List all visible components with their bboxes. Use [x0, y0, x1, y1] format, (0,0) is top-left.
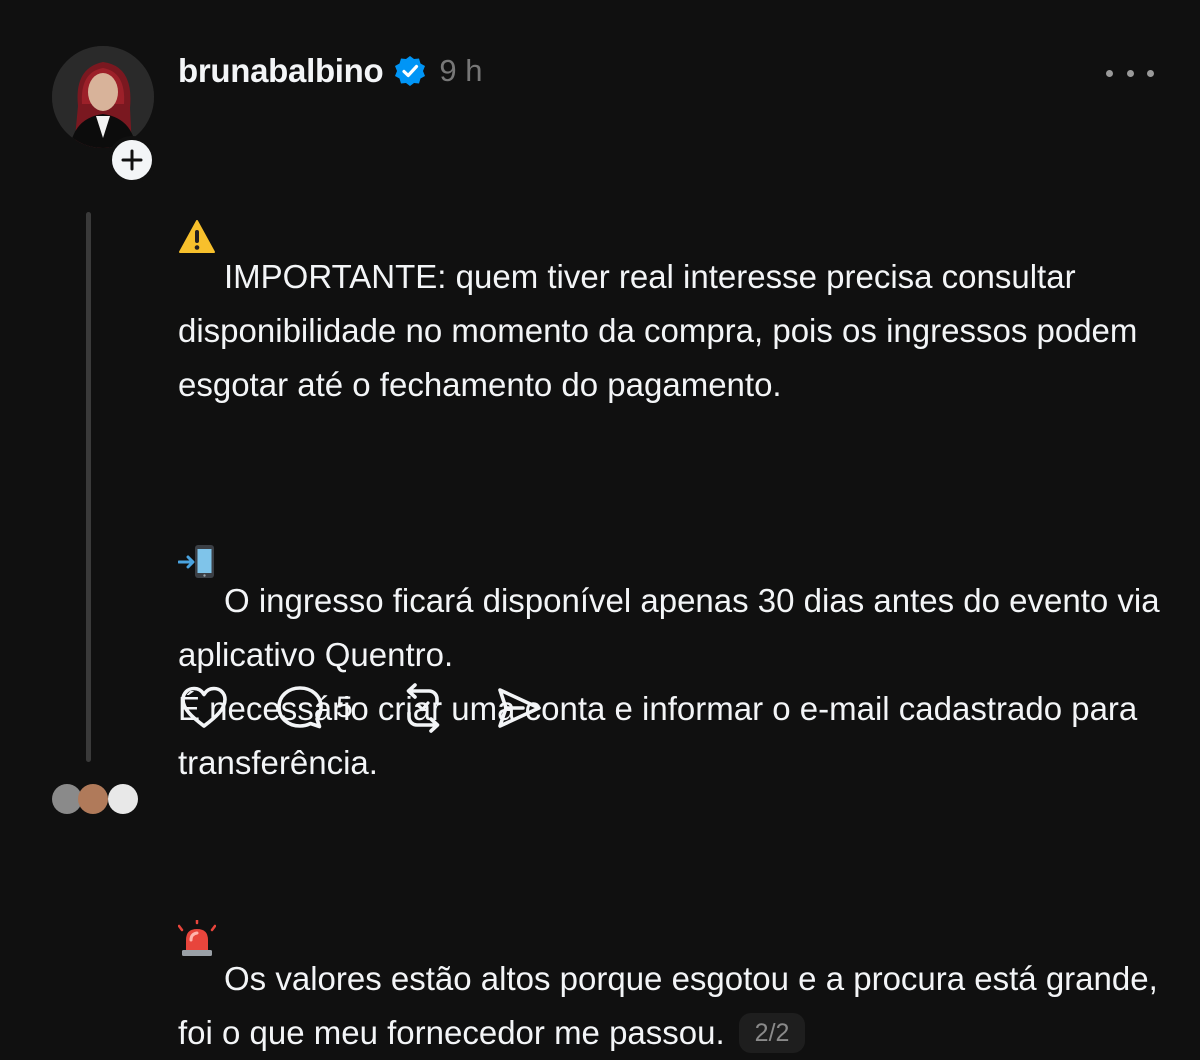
heart-icon: [181, 686, 227, 728]
avatar-portrait-icon: [52, 46, 154, 148]
post-timestamp: 9 h: [439, 53, 483, 88]
post-paragraph: O ingresso ficará disponível apenas 30 d…: [178, 434, 1178, 790]
reply-count: 5: [336, 691, 353, 724]
reply-button[interactable]: 5: [274, 682, 353, 734]
avatar[interactable]: [52, 46, 154, 148]
thread-line: [86, 212, 91, 762]
more-options-icon[interactable]: [1106, 60, 1154, 86]
post-header: brunabalbino 9 h: [178, 48, 483, 94]
reply-avatar: [78, 784, 108, 814]
paragraph-text: Os valores estão altos porque esgotou e …: [178, 960, 1158, 1051]
more-dot: [1126, 69, 1134, 77]
username[interactable]: brunabalbino: [178, 52, 384, 90]
more-dot: [1106, 69, 1113, 77]
warning-emoji-icon: [178, 164, 216, 253]
follow-button[interactable]: [108, 136, 156, 184]
police-light-emoji-icon: [178, 866, 216, 956]
page-indicator-badge: 2/2: [738, 1013, 806, 1053]
post-paragraph: IMPORTANTE: quem tiver real interesse pr…: [178, 110, 1178, 412]
post-content: IMPORTANTE: quem tiver real interesse pr…: [178, 110, 1178, 1060]
mobile-phone-arrow-emoji-icon: [178, 488, 216, 578]
paragraph-text: IMPORTANTE: quem tiver real interesse pr…: [178, 258, 1138, 403]
send-icon: [497, 688, 541, 728]
more-dot: [1147, 69, 1154, 77]
thread-post: brunabalbino 9 h IMPORTANTE: quem tiver …: [0, 0, 1200, 1053]
comment-icon: [277, 686, 323, 729]
action-bar: 5: [178, 682, 589, 734]
repost-icon: [406, 683, 439, 733]
reply-avatars[interactable]: [50, 784, 150, 814]
like-button[interactable]: [178, 682, 230, 734]
share-button[interactable]: [493, 682, 545, 734]
plus-icon: [121, 149, 143, 171]
post-paragraph: Os valores estão altos porque esgotou e …: [178, 812, 1178, 1060]
verified-badge-icon: [393, 54, 427, 88]
repost-button[interactable]: [397, 682, 449, 734]
reply-avatar: [108, 784, 138, 814]
